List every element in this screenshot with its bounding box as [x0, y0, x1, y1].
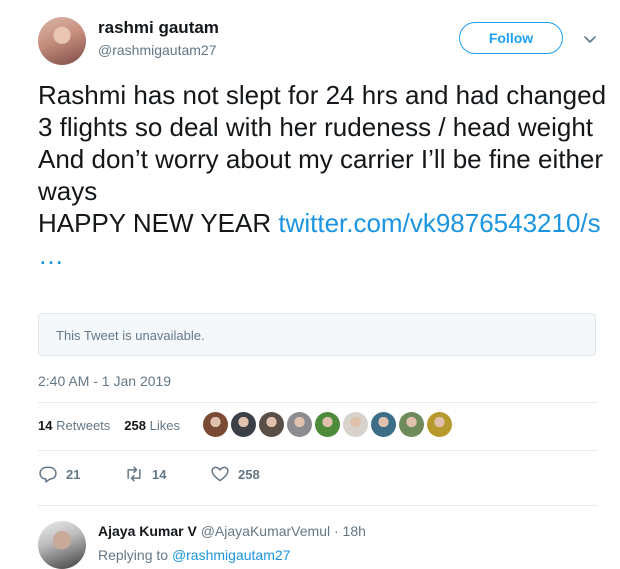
liker-avatar[interactable] [231, 412, 256, 437]
retweets-stat[interactable]: 14 Retweets [38, 418, 110, 433]
retweet-count: 14 [152, 466, 167, 482]
author-display-name[interactable]: rashmi gautam [98, 18, 219, 38]
liker-avatar[interactable] [203, 412, 228, 437]
liker-avatar[interactable] [427, 412, 452, 437]
follow-button[interactable]: Follow [459, 22, 563, 54]
reply-icon [39, 466, 57, 483]
like-count: 258 [238, 466, 260, 482]
divider [38, 402, 598, 403]
tweet-text: Rashmi has not slept for 24 hrs and had … [38, 79, 608, 271]
reply-count: 21 [66, 466, 81, 482]
quoted-tweet-card: This Tweet is unavailable. [38, 313, 596, 356]
likers-avatars [203, 412, 452, 437]
quoted-tweet-unavailable-text: This Tweet is unavailable. [56, 328, 205, 343]
divider [38, 450, 598, 451]
retweet-button[interactable]: 14 [124, 464, 210, 484]
replying-to-label: Replying to [98, 547, 169, 563]
liker-avatar[interactable] [399, 412, 424, 437]
liker-avatar[interactable] [315, 412, 340, 437]
liker-avatar[interactable] [259, 412, 284, 437]
replying-to: Replying to @rashmigautam27 [98, 547, 290, 563]
liker-avatar[interactable] [287, 412, 312, 437]
reply-button[interactable]: 21 [38, 464, 124, 484]
liker-avatar[interactable] [371, 412, 396, 437]
like-button[interactable]: 258 [210, 464, 296, 484]
chevron-down-icon[interactable] [582, 31, 598, 47]
reply-handle-time: @AjayaKumarVemul · 18h [200, 523, 366, 539]
author-avatar[interactable] [38, 17, 86, 65]
retweet-icon [127, 466, 141, 482]
likes-stat[interactable]: 258 Likes [124, 418, 180, 433]
divider [38, 505, 598, 506]
tweet-stats: 14 Retweets 258 Likes [38, 418, 180, 433]
author-handle[interactable]: @rashmigautam27 [98, 42, 217, 58]
replying-to-handle[interactable]: @rashmigautam27 [172, 547, 291, 563]
heart-icon [211, 466, 229, 482]
action-bar: 21 14 258 [38, 464, 296, 484]
liker-avatar[interactable] [343, 412, 368, 437]
reply-display-name: Ajaya Kumar V [98, 523, 197, 539]
reply-author[interactable]: Ajaya Kumar V @AjayaKumarVemul · 18h [98, 523, 366, 539]
tweet-timestamp[interactable]: 2:40 AM - 1 Jan 2019 [38, 373, 171, 389]
reply-avatar[interactable] [38, 521, 86, 569]
